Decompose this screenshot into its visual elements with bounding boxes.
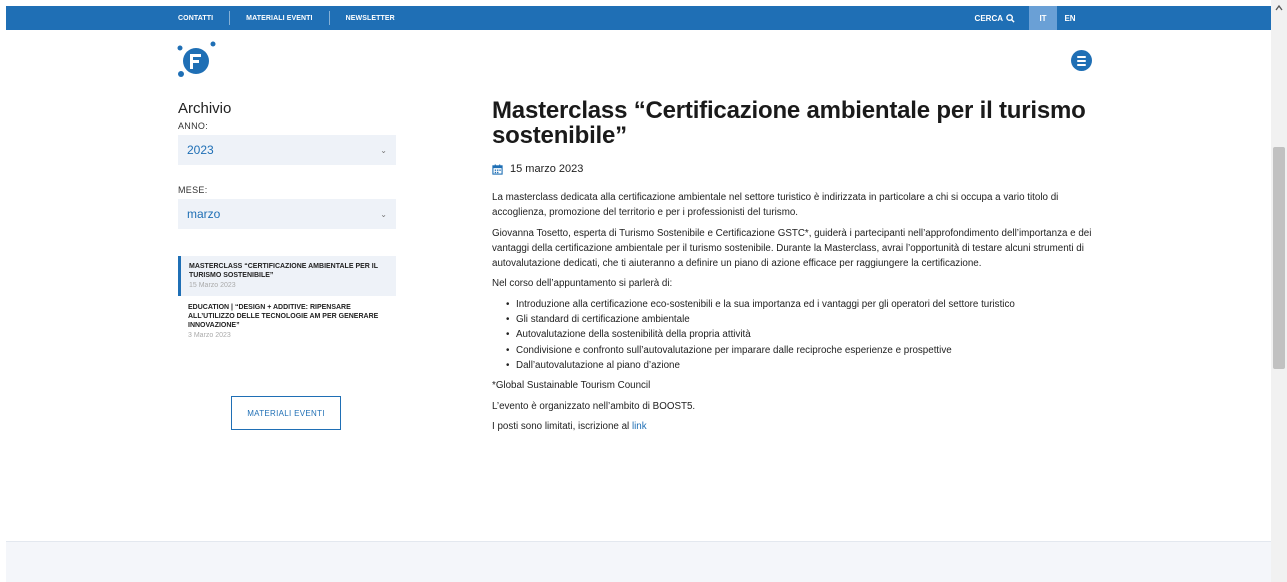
scroll-up-icon[interactable] (1275, 4, 1283, 12)
calendar-icon (492, 163, 503, 175)
article-item-title: MASTERCLASS “CERTIFICAZIONE AMBIENTALE P… (189, 263, 378, 279)
archive-sidebar: Archivio ANNO: 2023 ⌄ MESE: marzo ⌄ MAST… (178, 100, 398, 346)
page-title: Masterclass “Certificazione ambientale p… (492, 97, 1086, 149)
registration-link[interactable]: link (632, 421, 647, 432)
chevron-down-icon: ⌄ (380, 210, 387, 219)
article-paragraph: L’evento è organizzato nell’ambito di BO… (492, 400, 696, 412)
article-paragraph: La masterclass dedicata alla certificazi… (492, 192, 1059, 219)
topics-list: Introduzione alla certificazione eco-sos… (506, 297, 1112, 374)
top-navigation-bar: CONTATTI MATERIALI EVENTI NEWSLETTER CER… (6, 6, 1271, 30)
lang-en-label: EN (1064, 13, 1076, 23)
article-paragraph: Nel corso dell’appuntamento si parlerà d… (492, 278, 673, 290)
list-item: Gli standard di certificazione ambiental… (506, 312, 1112, 328)
search-icon (1006, 13, 1015, 23)
scrollbar[interactable] (1271, 0, 1287, 582)
top-right-controls: CERCA IT EN (975, 6, 1271, 30)
year-select-value: 2023 (187, 143, 214, 157)
article-date: 15 marzo 2023 (510, 163, 584, 175)
year-label: ANNO: (178, 121, 209, 131)
list-item[interactable]: EDUCATION | “DESIGN + ADDITIVE: RIPENSAR… (178, 297, 396, 346)
article-paragraph: Giovanna Tosetto, esperta di Turismo Sos… (492, 227, 1092, 270)
lang-it-label: IT (1039, 13, 1047, 23)
logo[interactable] (176, 40, 216, 80)
article-paragraph: *Global Sustainable Tourism Council (492, 380, 651, 392)
search-button[interactable]: CERCA (975, 14, 1015, 23)
archive-title: Archivio (178, 100, 232, 117)
chevron-down-icon: ⌄ (380, 146, 387, 155)
lang-it-button[interactable]: IT (1029, 6, 1057, 30)
month-label: MESE: (178, 185, 208, 195)
month-select-value: marzo (187, 207, 221, 221)
top-nav-links: CONTATTI MATERIALI EVENTI NEWSLETTER (6, 6, 395, 30)
article-item-date: 15 Marzo 2023 (189, 282, 236, 289)
month-select[interactable]: marzo ⌄ (178, 199, 396, 229)
nav-divider (229, 11, 231, 25)
nav-materiali-eventi-link[interactable]: MATERIALI EVENTI (246, 15, 312, 22)
list-item[interactable]: MASTERCLASS “CERTIFICAZIONE AMBIENTALE P… (178, 256, 396, 296)
menu-icon-line (1077, 64, 1086, 66)
page: CONTATTI MATERIALI EVENTI NEWSLETTER CER… (0, 0, 1287, 582)
article-body: La masterclass dedicata alla certificazi… (492, 190, 1112, 434)
scrollbar-thumb[interactable] (1273, 147, 1285, 369)
menu-icon-line (1077, 56, 1086, 58)
list-item: Introduzione alla certificazione eco-sos… (506, 297, 1112, 313)
list-item: Condivisione e confronto sull’autovaluta… (506, 343, 1112, 359)
article-dateline: 15 marzo 2023 (492, 163, 1112, 175)
nav-newsletter-link[interactable]: NEWSLETTER (346, 15, 395, 22)
footer (6, 541, 1271, 582)
lang-en-button[interactable]: EN (1057, 6, 1083, 30)
list-item: Dall’autovalutazione al piano d’azione (506, 358, 1112, 374)
article-paragraph: I posti sono limitati, iscrizione al lin… (492, 419, 1112, 434)
materiali-eventi-button[interactable]: MATERIALI EVENTI (231, 396, 341, 430)
list-item: Autovalutazione della sostenibilità dell… (506, 327, 1112, 343)
year-select[interactable]: 2023 ⌄ (178, 135, 396, 165)
article-item-title: EDUCATION | “DESIGN + ADDITIVE: RIPENSAR… (188, 304, 379, 329)
menu-icon-line (1077, 60, 1086, 62)
registration-text: I posti sono limitati, iscrizione al (492, 420, 630, 432)
article-content: Masterclass “Certificazione ambientale p… (492, 98, 1112, 439)
article-list: MASTERCLASS “CERTIFICAZIONE AMBIENTALE P… (178, 256, 398, 346)
nav-contatti-link[interactable]: CONTATTI (178, 15, 213, 22)
nav-divider (328, 11, 330, 25)
menu-button[interactable] (1071, 50, 1092, 71)
article-item-date: 3 Marzo 2023 (188, 332, 231, 339)
search-label: CERCA (974, 13, 1003, 23)
